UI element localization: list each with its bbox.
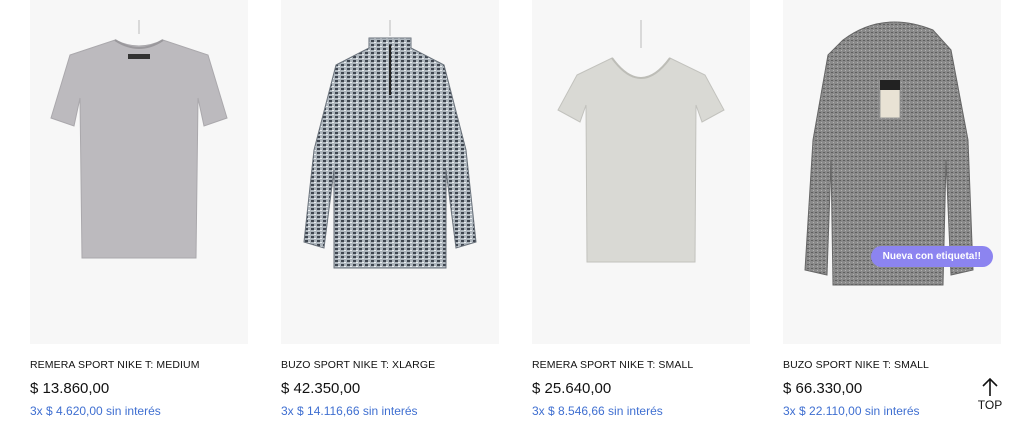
product-installments: 3x $ 4.620,00 sin interés (30, 404, 161, 418)
product-installments: 3x $ 14.116,66 sin interés (281, 404, 418, 418)
product-image[interactable]: Nueva con etiqueta!! (783, 0, 1001, 344)
product-image[interactable] (532, 0, 750, 344)
product-title[interactable]: BUZO SPORT NIKE T: SMALL (783, 359, 1001, 371)
hoodie-image (783, 0, 1001, 344)
product-installments: 3x $ 22.110,00 sin interés (783, 404, 920, 418)
tshirt-image (30, 0, 248, 344)
product-price: $ 25.640,00 (532, 380, 612, 397)
product-price: $ 66.330,00 (783, 380, 863, 397)
product-image[interactable] (281, 0, 499, 344)
product-title[interactable]: BUZO SPORT NIKE T: XLARGE (281, 359, 499, 371)
product-image[interactable] (30, 0, 248, 344)
product-grid: REMERA SPORT NIKE T: MEDIUM $ 13.860,00 … (0, 0, 1024, 444)
tshirt-image (532, 0, 750, 344)
new-with-tag-badge: Nueva con etiqueta!! (870, 246, 993, 267)
product-card[interactable]: Nueva con etiqueta!! BUZO SPORT NIKE T: … (783, 0, 1001, 430)
back-to-top-button[interactable]: TOP (970, 377, 1010, 417)
arrow-up-icon (982, 377, 998, 396)
product-price: $ 13.860,00 (30, 380, 110, 397)
product-card[interactable]: REMERA SPORT NIKE T: SMALL $ 25.640,00 3… (532, 0, 750, 430)
pullover-image (281, 0, 499, 344)
product-card[interactable]: REMERA SPORT NIKE T: MEDIUM $ 13.860,00 … (30, 0, 248, 430)
product-card[interactable]: BUZO SPORT NIKE T: XLARGE $ 42.350,00 3x… (281, 0, 499, 430)
product-title[interactable]: REMERA SPORT NIKE T: MEDIUM (30, 359, 248, 371)
product-price: $ 42.350,00 (281, 380, 361, 397)
product-title[interactable]: REMERA SPORT NIKE T: SMALL (532, 359, 750, 371)
product-installments: 3x $ 8.546,66 sin interés (532, 404, 663, 418)
back-to-top-label: TOP (977, 398, 1003, 412)
